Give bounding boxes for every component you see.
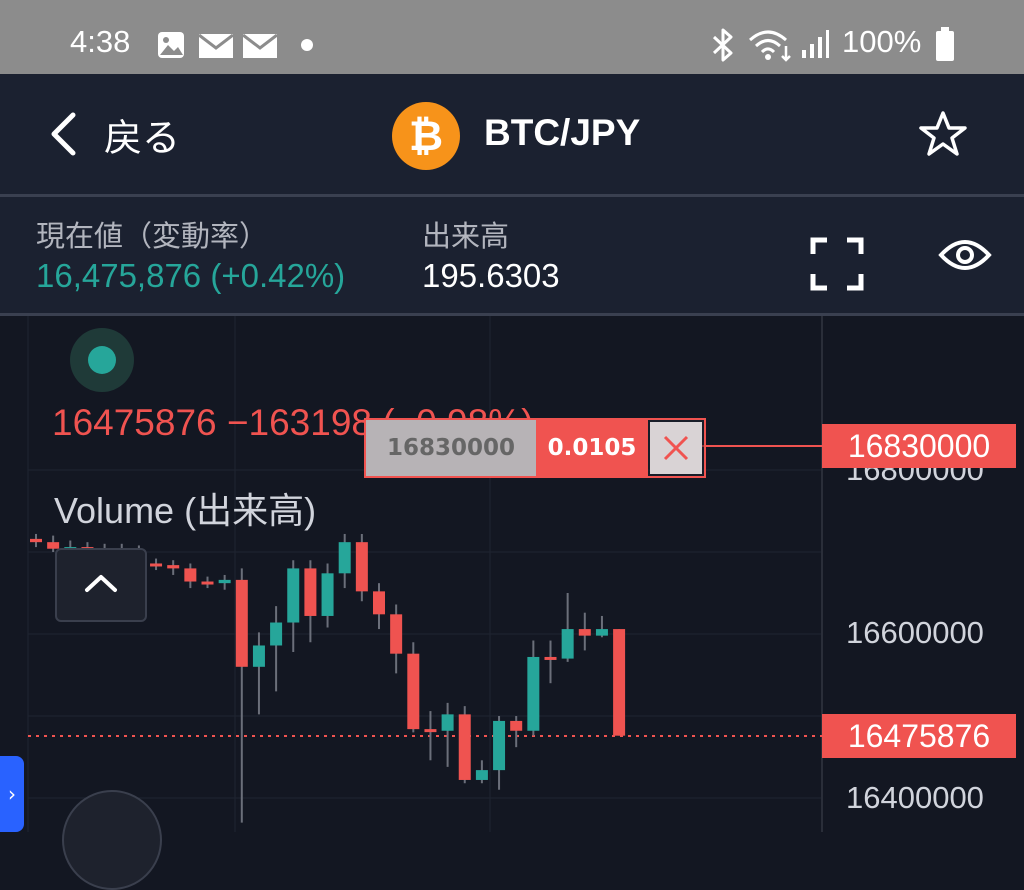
candle-down (424, 729, 437, 733)
candle-down (613, 629, 626, 736)
volume-label: 出来高 (422, 219, 510, 253)
status-time: 4:38 (70, 24, 131, 59)
pair-title: BTC/JPY (484, 112, 641, 153)
status-bar: 4:38 100% (0, 0, 1024, 74)
app-header: 戻る ₿ BTC/JPY (0, 74, 1024, 194)
back-label: 戻る (104, 115, 181, 160)
mail-icon (198, 33, 234, 58)
candle-up (561, 629, 574, 659)
candle-down (390, 614, 403, 654)
ticker-info: 現在値（変動率） 16,475,876 (+0.42%) 出来高 195.630… (0, 197, 1024, 313)
close-icon (663, 435, 689, 461)
collapse-indicator-button[interactable] (55, 548, 147, 622)
candle-down (510, 720, 523, 731)
cancel-order-button[interactable] (650, 422, 702, 474)
candle-down (578, 629, 591, 636)
candle-up (527, 656, 540, 731)
candle-up (270, 622, 283, 646)
candle-down (30, 538, 42, 543)
candle-down (304, 568, 317, 616)
signal-icon (802, 30, 829, 58)
side-panel-toggle[interactable]: › (0, 756, 24, 832)
candle-down (235, 579, 248, 667)
candle-up (321, 573, 334, 616)
candle-up (475, 770, 488, 780)
order-quantity[interactable]: 0.0105 (536, 420, 648, 476)
candle-up (441, 714, 454, 731)
price-value: 16,475,876 (+0.42%) (36, 257, 346, 294)
order-price-tag: 16830000 (822, 424, 1016, 468)
bluetooth-icon (712, 28, 733, 62)
order-price[interactable]: 16830000 (366, 420, 536, 476)
image-icon (158, 32, 184, 58)
axis-label: 16600000 (846, 615, 984, 650)
chevron-up-icon (85, 575, 117, 592)
candle-up (595, 629, 608, 636)
volume-value: 195.6303 (422, 257, 560, 294)
axis-label: 16400000 (846, 780, 984, 815)
mail-icon (242, 33, 278, 58)
bitcoin-icon: ₿ (392, 102, 460, 170)
price-label: 現在値（変動率） (36, 219, 269, 253)
candle-down (407, 653, 420, 730)
candle-down (184, 568, 197, 582)
order-line-box[interactable]: 16830000 0.0105 (364, 418, 706, 478)
favorite-star-icon[interactable] (918, 110, 968, 158)
eye-icon[interactable] (938, 237, 992, 273)
last-price-tag: 16475876 (822, 714, 1016, 758)
candle-up (493, 720, 506, 771)
candle-down (167, 565, 180, 569)
candle-up (252, 645, 265, 667)
candle-up (218, 579, 231, 584)
candle-up (287, 568, 300, 623)
volume-indicator-label: Volume (出来高) (54, 490, 317, 531)
chart-grid (27, 316, 822, 832)
fullscreen-icon[interactable] (810, 237, 864, 291)
battery-percent: 100% (842, 24, 922, 59)
candle-down (201, 581, 214, 585)
candle-down (544, 656, 557, 660)
back-button[interactable]: 戻る (48, 104, 180, 164)
candle-down (458, 714, 471, 780)
candle-down (150, 563, 163, 567)
wifi-icon (749, 30, 791, 62)
battery-icon (936, 27, 954, 61)
candle-down (373, 591, 385, 615)
candle-up (338, 542, 351, 574)
dot-icon (301, 39, 313, 51)
candle-down (355, 542, 368, 592)
chevron-left-icon (51, 112, 76, 156)
tradingview-logo[interactable] (62, 790, 162, 890)
live-indicator (70, 328, 134, 392)
